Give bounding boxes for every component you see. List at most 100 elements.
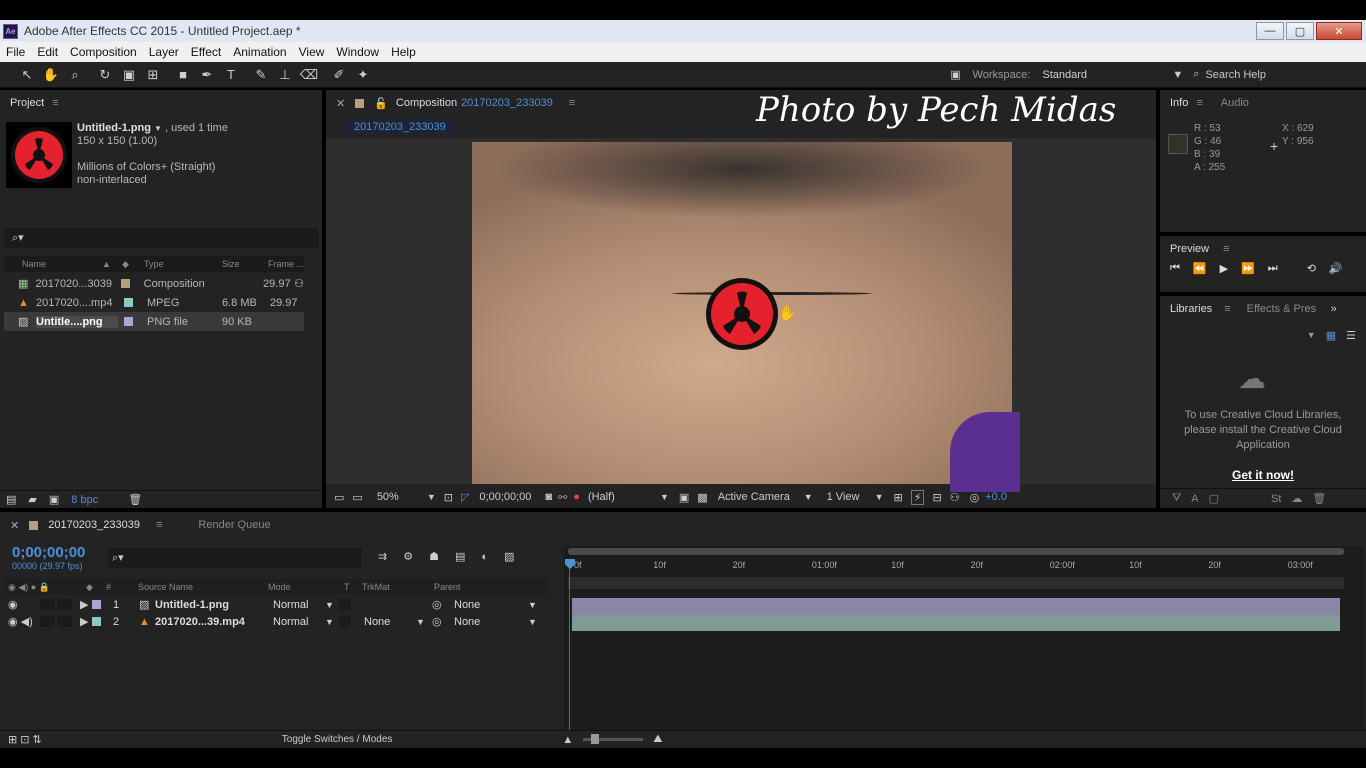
preview-panel-title[interactable]: Preview: [1170, 243, 1209, 255]
chevron-down-icon[interactable]: ▼: [325, 617, 339, 627]
layer-mode-select[interactable]: Normal: [273, 616, 325, 628]
maximize-button[interactable]: ▢: [1286, 22, 1314, 40]
zoom-out-icon[interactable]: ▲: [562, 734, 573, 746]
close-icon[interactable]: ✕: [336, 97, 345, 110]
layer-duration-bar[interactable]: [572, 615, 1340, 631]
close-icon[interactable]: ✕: [10, 519, 19, 532]
label-swatch[interactable]: [92, 617, 101, 626]
composition-tab[interactable]: 20170203_233039: [344, 119, 456, 135]
bpc-button[interactable]: 8 bpc: [71, 494, 98, 506]
menu-edit[interactable]: Edit: [31, 45, 64, 59]
panel-menu-icon[interactable]: ≡: [1224, 303, 1230, 315]
time-ruler[interactable]: 0f 10f 20f 01:00f 10f 20f 02:00f 10f 20f 03:00f: [564, 558, 1344, 574]
layer-name[interactable]: 2017020...39.mp4: [155, 616, 273, 628]
pickwhip-icon[interactable]: ◎: [432, 598, 454, 611]
menu-file[interactable]: File: [0, 45, 31, 59]
stock-icon[interactable]: St: [1271, 493, 1281, 505]
camera-select[interactable]: Active Camera: [718, 491, 804, 503]
always-preview-icon[interactable]: ▭: [334, 491, 344, 504]
libraries-panel-title[interactable]: Libraries: [1170, 303, 1212, 315]
comp-mini-flowchart-icon[interactable]: ⇉: [378, 550, 387, 563]
monitor-icon[interactable]: ▭: [352, 491, 362, 504]
add-color-icon[interactable]: ▢: [1209, 492, 1219, 505]
time-graph[interactable]: 0f 10f 20f 01:00f 10f 20f 02:00f 10f 20f 03:00f: [564, 546, 1364, 744]
add-graphic-icon[interactable]: ⛛: [1172, 492, 1181, 505]
chevron-down-icon[interactable]: ▼: [325, 600, 339, 610]
show-snapshot-icon[interactable]: ⚯: [558, 491, 567, 504]
type-tool-icon[interactable]: T: [220, 64, 242, 86]
menu-layer[interactable]: Layer: [143, 45, 185, 59]
search-help-input[interactable]: Search Help: [1205, 69, 1266, 81]
viewer-timecode[interactable]: 0;00;00;00: [479, 491, 545, 503]
time-navigator[interactable]: [568, 548, 1344, 555]
first-frame-icon[interactable]: ⏮: [1170, 262, 1180, 275]
zoom-tool-icon[interactable]: ⌕: [64, 64, 86, 86]
new-folder-icon[interactable]: ▰: [28, 493, 36, 506]
zoom-slider[interactable]: [583, 734, 644, 744]
expand-arrow-icon[interactable]: ▶: [80, 598, 90, 611]
transparency-grid-icon[interactable]: ▩: [697, 491, 707, 504]
menu-composition[interactable]: Composition: [64, 45, 143, 59]
draft-3d-icon[interactable]: ⚙: [403, 550, 413, 563]
add-text-icon[interactable]: A: [1191, 493, 1198, 505]
selection-tool-icon[interactable]: ↖: [16, 64, 38, 86]
project-panel-title[interactable]: Project: [10, 97, 44, 109]
chevron-down-icon[interactable]: ▼: [1307, 330, 1316, 340]
workspace-select[interactable]: Standard: [1042, 69, 1172, 81]
preserve-transparency-switch[interactable]: [339, 616, 350, 627]
eraser-tool-icon[interactable]: ⌫: [298, 64, 320, 86]
minimize-button[interactable]: —: [1256, 22, 1284, 40]
work-area-bar[interactable]: [568, 577, 1344, 589]
layer-mode-select[interactable]: Normal: [273, 599, 325, 611]
last-frame-icon[interactable]: ⏭: [1268, 262, 1278, 275]
column-frame[interactable]: Frame ...: [268, 259, 304, 269]
frame-blending-icon[interactable]: ▤: [455, 550, 465, 563]
next-frame-icon[interactable]: ⏩: [1241, 262, 1255, 275]
camera-tool-icon[interactable]: ▣: [118, 64, 140, 86]
label-swatch[interactable]: [92, 600, 101, 609]
chevron-down-icon[interactable]: ▼: [660, 492, 669, 502]
sync-icon[interactable]: ☁: [1291, 492, 1302, 505]
previous-frame-icon[interactable]: ⏪: [1193, 262, 1207, 275]
region-of-interest-icon[interactable]: ◸: [461, 491, 469, 504]
roto-brush-tool-icon[interactable]: ✐: [328, 64, 350, 86]
list-item[interactable]: ▲ 2017020....mp4 MPEG 6.8 MB 29.97: [4, 293, 304, 312]
list-item[interactable]: ▦ 2017020...3039 Composition 29.97 ⚇: [4, 274, 304, 293]
panel-menu-icon[interactable]: ≡: [52, 97, 58, 109]
label-swatch[interactable]: [124, 298, 133, 307]
solo-switch[interactable]: [40, 599, 54, 610]
flowchart-icon[interactable]: ⚇: [950, 491, 960, 504]
asset-name[interactable]: Untitled-1.png: [77, 122, 151, 134]
expand-arrow-icon[interactable]: ▶: [80, 615, 90, 628]
puppet-pin-tool-icon[interactable]: ✦: [352, 64, 374, 86]
audio-icon[interactable]: 🔊: [1329, 262, 1343, 275]
timeline-tab[interactable]: 20170203_233039: [48, 519, 140, 531]
info-panel-title[interactable]: Info: [1170, 97, 1188, 109]
menu-effect[interactable]: Effect: [185, 45, 227, 59]
snapshot-icon[interactable]: ◙: [545, 491, 552, 503]
column-name[interactable]: Name: [22, 259, 102, 269]
list-item[interactable]: ▨ Untitle....png PNG file 90 KB: [4, 312, 304, 331]
list-view-icon[interactable]: ☰: [1346, 329, 1356, 342]
chevron-down-icon[interactable]: ▼: [528, 617, 537, 627]
menu-help[interactable]: Help: [385, 45, 422, 59]
timeline-search-field[interactable]: ⌕▾: [108, 548, 362, 568]
new-composition-icon[interactable]: ▣: [49, 493, 59, 506]
trkmat-select[interactable]: None: [364, 616, 416, 628]
play-icon[interactable]: ▶: [1220, 262, 1228, 275]
loop-icon[interactable]: ⟲: [1307, 262, 1316, 275]
view-layout-select[interactable]: 1 View: [827, 491, 875, 503]
channels-icon[interactable]: ●: [573, 491, 580, 503]
fast-preview-icon[interactable]: ▣: [679, 491, 689, 504]
zoom-slider-thumb[interactable]: [591, 734, 600, 744]
hand-tool-icon[interactable]: ✋: [40, 64, 62, 86]
more-tabs-icon[interactable]: »: [1331, 303, 1337, 315]
fit-icon[interactable]: ⊡: [444, 491, 453, 504]
trash-icon[interactable]: 🗑: [128, 493, 142, 506]
chevron-down-icon[interactable]: ▼: [875, 492, 884, 502]
resolution-select[interactable]: (Half): [588, 491, 660, 503]
composition-viewer[interactable]: ✋: [326, 138, 1156, 492]
timeline-icon[interactable]: ⊟: [932, 491, 941, 504]
panel-menu-icon[interactable]: ≡: [156, 519, 162, 531]
lock-icon[interactable]: 🔓: [374, 97, 388, 110]
